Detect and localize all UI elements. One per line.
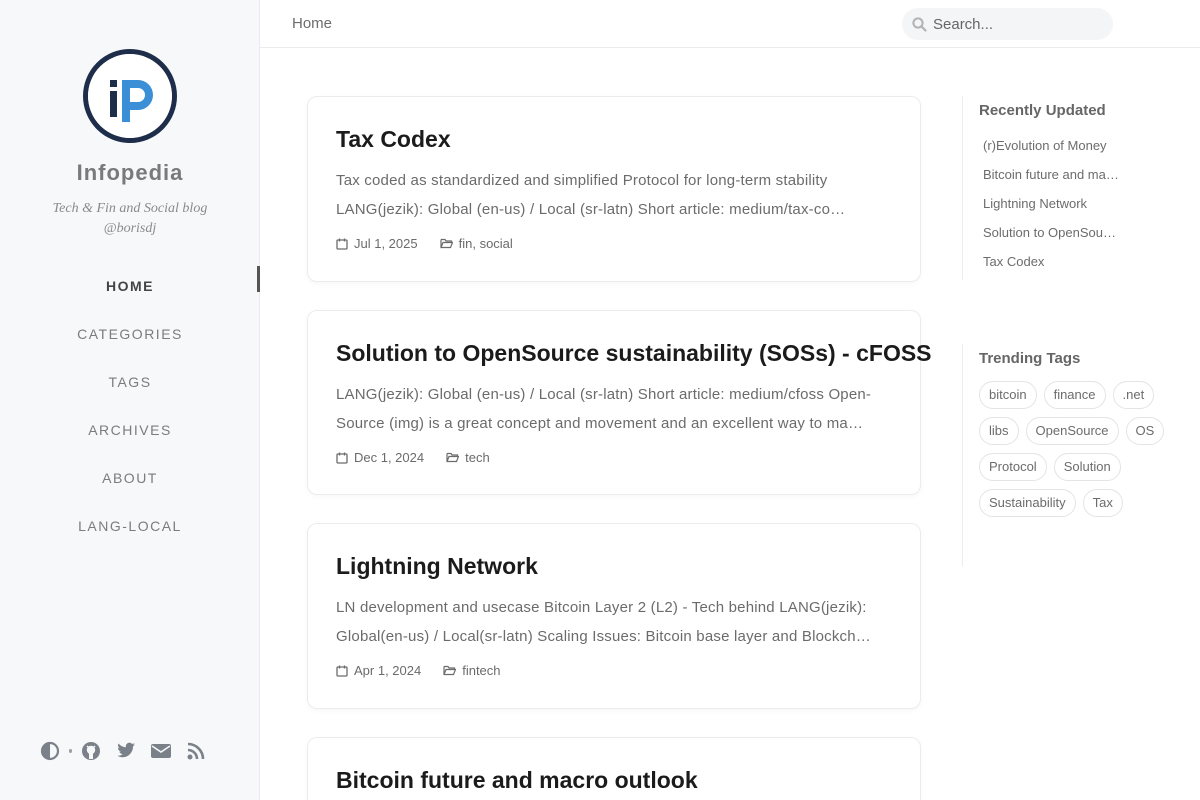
site-subtitle-line: @borisdj [103, 221, 157, 236]
github-icon[interactable] [80, 739, 101, 763]
tag-pill[interactable]: .net [1112, 381, 1155, 409]
post-categories-text[interactable]: tech [465, 450, 490, 465]
post-excerpt-line: LANG(jezik): Global (en-us) / Local (sr-… [336, 201, 846, 218]
post-excerpt-line: LANG(jezik): Global (en-us) / Local (sr-… [336, 386, 872, 403]
post-date: Dec 1, 2024 [336, 450, 424, 465]
tag-list: bitcoin finance .net libs OpenSource OS … [979, 381, 1179, 525]
topbar: Home [260, 0, 1200, 48]
post-date: Jul 1, 2025 [336, 236, 418, 251]
post-excerpt-line: Tax coded as standardized and simplified… [336, 172, 828, 189]
panel-title: Trending Tags [979, 350, 1081, 367]
tag-pill[interactable]: bitcoin [979, 381, 1037, 409]
trending-tags-panel: Trending Tags bitcoin finance .net libs … [962, 344, 1179, 566]
site-logo-icon [88, 54, 172, 138]
panel-title: Recently Updated [979, 102, 1106, 119]
recent-item[interactable]: Bitcoin future and ma… [979, 160, 1159, 189]
post-card[interactable]: Solution to OpenSource sustainability (S… [307, 310, 932, 495]
sidebar-nav: HOME CATEGORIES TAGS ARCHIVES ABOUT LANG… [0, 262, 260, 550]
site-subtitle-line: Tech & Fin and Social blog [52, 201, 208, 216]
recently-updated-panel: Recently Updated (r)Evolution of Money B… [962, 96, 1159, 280]
post-card[interactable]: Tax Codex Tax coded as standardized and … [307, 96, 921, 282]
calendar-icon [336, 238, 348, 250]
post-categories: tech [446, 450, 490, 465]
folder-open-icon [443, 665, 457, 676]
post-title[interactable]: Lightning Network [336, 551, 892, 581]
nav-item-about[interactable]: ABOUT [0, 454, 260, 502]
tag-pill[interactable]: finance [1043, 381, 1106, 409]
site-title[interactable]: Infopedia [0, 160, 260, 186]
breadcrumb[interactable]: Home [292, 15, 332, 32]
post-meta: Dec 1, 2024 tech [336, 450, 892, 465]
tag-pill[interactable]: Tax [1082, 489, 1123, 517]
separator-dot [68, 749, 73, 753]
folder-open-icon [446, 452, 460, 463]
nav-item-home[interactable]: HOME [0, 262, 260, 310]
post-card[interactable]: Lightning Network LN development and use… [307, 523, 921, 709]
post-categories-text[interactable]: fintech [462, 663, 500, 678]
post-excerpt: LN development and usecase Bitcoin Layer… [336, 593, 892, 651]
recent-item[interactable]: Tax Codex [979, 247, 1159, 276]
post-title[interactable]: Bitcoin future and macro outlook [336, 765, 892, 795]
post-excerpt-line: Source (img) is a great concept and move… [336, 415, 864, 432]
post-excerpt-line: LN development and usecase Bitcoin Layer… [336, 599, 867, 616]
twitter-icon[interactable] [115, 739, 136, 763]
post-date-text: Jul 1, 2025 [354, 236, 418, 251]
nav-item-lang-local[interactable]: LANG-LOCAL [0, 502, 260, 550]
nav-item-categories[interactable]: CATEGORIES [0, 310, 260, 358]
post-card[interactable]: Bitcoin future and macro outlook [307, 737, 921, 800]
site-subtitle: Tech & Fin and Social blog @borisdj [30, 199, 230, 239]
search-input[interactable] [933, 15, 1103, 33]
theme-toggle-icon[interactable] [40, 739, 61, 763]
post-categories-text[interactable]: fin, social [459, 236, 513, 251]
post-excerpt-line: Global(en-us) / Local(sr-latn) Scaling I… [336, 628, 871, 645]
calendar-icon [336, 452, 348, 464]
post-categories: fin, social [440, 236, 513, 251]
email-icon[interactable] [150, 739, 171, 763]
avatar[interactable] [83, 49, 177, 143]
search-icon [912, 16, 927, 32]
tag-pill[interactable]: Sustainability [979, 489, 1076, 517]
search-box[interactable] [902, 8, 1113, 40]
calendar-icon [336, 665, 348, 677]
recent-item[interactable]: (r)Evolution of Money [979, 131, 1159, 160]
post-title[interactable]: Solution to OpenSource sustainability (S… [336, 338, 932, 368]
post-date: Apr 1, 2024 [336, 663, 421, 678]
recent-item[interactable]: Solution to OpenSou… [979, 218, 1159, 247]
post-categories: fintech [443, 663, 501, 678]
rss-icon[interactable] [185, 739, 206, 763]
tag-pill[interactable]: libs [979, 417, 1019, 445]
post-date-text: Apr 1, 2024 [354, 663, 422, 678]
sidebar: Infopedia Tech & Fin and Social blog @bo… [0, 0, 260, 800]
nav-item-archives[interactable]: ARCHIVES [0, 406, 260, 454]
post-title[interactable]: Tax Codex [336, 124, 892, 154]
recent-item[interactable]: Lightning Network [979, 189, 1159, 218]
tag-pill[interactable]: OS [1125, 417, 1165, 445]
post-excerpt: Tax coded as standardized and simplified… [336, 166, 892, 224]
tag-pill[interactable]: OpenSource [1025, 417, 1119, 445]
sidebar-bottom-links [40, 738, 220, 764]
tag-pill[interactable]: Solution [1053, 453, 1121, 481]
folder-open-icon [440, 238, 453, 249]
post-date-text: Dec 1, 2024 [354, 450, 425, 465]
post-excerpt: LANG(jezik): Global (en-us) / Local (sr-… [336, 380, 892, 438]
nav-item-tags[interactable]: TAGS [0, 358, 260, 406]
post-meta: Jul 1, 2025 fin, social [336, 236, 892, 251]
post-meta: Apr 1, 2024 fintech [336, 663, 892, 678]
tag-pill[interactable]: Protocol [979, 453, 1047, 481]
